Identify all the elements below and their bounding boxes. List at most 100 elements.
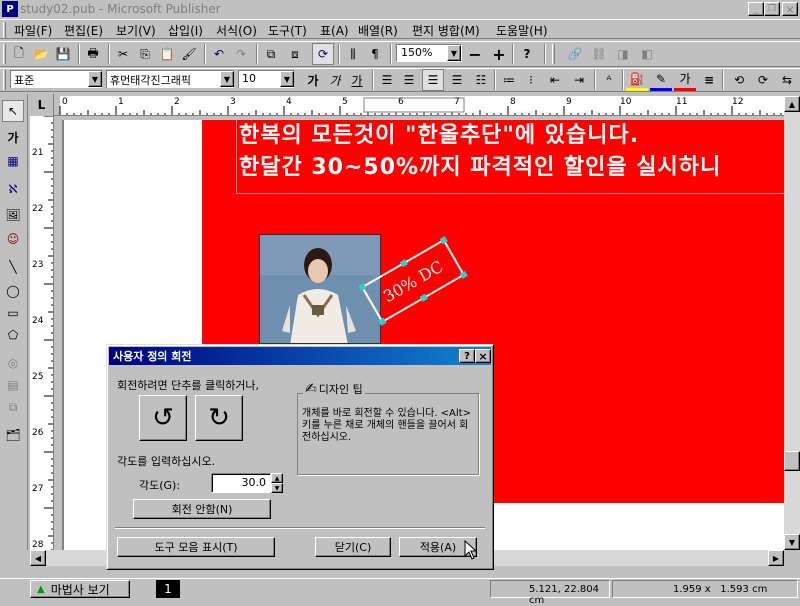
wizard-button[interactable]: ▲ 마법사 보기 xyxy=(30,580,130,598)
design-gallery-tool-icon[interactable]: 🗂 xyxy=(2,424,24,446)
increase-indent-icon[interactable]: ⇥ xyxy=(568,69,590,91)
size-select[interactable]: 10 ▼ xyxy=(238,70,294,88)
save-icon[interactable]: 💾 xyxy=(52,43,74,65)
vertical-ruler[interactable]: 21 22 23 24 25 26 27 28 xyxy=(30,116,54,560)
italic-button[interactable]: 가 xyxy=(324,69,346,91)
line-tool-icon[interactable]: ╲ xyxy=(2,256,24,278)
bold-button[interactable]: 가 xyxy=(302,69,324,91)
line-color-icon[interactable]: ✎ xyxy=(650,69,672,91)
bullets-icon[interactable]: ⁝ xyxy=(520,69,542,91)
font-color-icon[interactable]: 가 xyxy=(674,69,696,91)
undo-icon[interactable]: ↶ xyxy=(208,43,230,65)
align-center-icon[interactable]: ☰ xyxy=(398,69,420,91)
font-select[interactable]: 휴먼태각진그래픽 ▼ xyxy=(106,70,234,88)
new-icon[interactable]: 🗋 xyxy=(8,43,30,65)
restore-button[interactable]: ❐ xyxy=(764,2,780,16)
form-control-tool-icon[interactable]: ▤ xyxy=(2,374,24,396)
size-dropdown-arrow[interactable]: ▼ xyxy=(280,71,294,87)
ruler-corner[interactable]: L xyxy=(30,94,54,116)
pilcrow-icon[interactable]: ¶ xyxy=(364,43,386,65)
paste-icon[interactable]: 📋 xyxy=(156,43,178,65)
scroll-thumb[interactable] xyxy=(784,451,800,471)
send-back-icon[interactable]: ⧈ xyxy=(284,43,306,65)
underline-button[interactable]: 가 xyxy=(346,69,368,91)
oval-tool-icon[interactable]: ◯ xyxy=(2,280,24,302)
zoom-in-icon[interactable]: + xyxy=(488,43,510,65)
scroll-up-button[interactable]: ▲ xyxy=(784,96,800,112)
unlink-icon[interactable]: ⛓ xyxy=(588,43,610,65)
scroll-right-button[interactable]: ▶ xyxy=(768,550,784,566)
close-window-button[interactable]: × xyxy=(782,2,798,16)
menu-format[interactable]: 서식(O) xyxy=(216,22,257,39)
distribute-icon[interactable]: ☷ xyxy=(470,69,492,91)
rotate-right-icon[interactable]: ⟳ xyxy=(752,69,774,91)
menu-table[interactable]: 표(A) xyxy=(320,22,349,39)
scroll-down-button[interactable]: ▼ xyxy=(784,534,800,550)
menu-file[interactable]: 파일(F) xyxy=(14,22,52,39)
selection-handle[interactable] xyxy=(399,259,408,268)
rotate-left-icon[interactable]: ⟲ xyxy=(728,69,750,91)
rotate-left-button[interactable]: ↺ xyxy=(139,395,187,441)
html-fragment-tool-icon[interactable]: ⧉ xyxy=(2,396,24,418)
dialog-close-button[interactable]: × xyxy=(475,349,491,363)
table-frame-tool-icon[interactable]: ▦ xyxy=(2,150,24,172)
menu-help[interactable]: 도움말(H) xyxy=(496,22,548,39)
selection-handle[interactable] xyxy=(419,293,428,302)
text-frame-tool-icon[interactable]: 가 xyxy=(2,126,24,148)
menu-edit[interactable]: 편집(E) xyxy=(64,22,103,39)
help-icon[interactable]: ? xyxy=(516,43,538,65)
vertical-scrollbar[interactable]: ▲ ▼ xyxy=(784,96,800,550)
copy-icon[interactable]: ⎘ xyxy=(134,43,156,65)
menu-tools[interactable]: 도구(T) xyxy=(268,22,307,39)
picture-frame-tool-icon[interactable]: 🖼 xyxy=(2,204,24,226)
angle-input[interactable]: 30.0 xyxy=(211,473,271,493)
scroll-left-button[interactable]: ◀ xyxy=(30,550,46,566)
fill-color-icon[interactable]: ⛽ xyxy=(626,69,648,91)
format-painter-icon[interactable]: 🖌 xyxy=(178,43,200,65)
menu-arrange[interactable]: 배열(R) xyxy=(358,22,398,39)
bring-front-icon[interactable]: ⧉ xyxy=(260,43,282,65)
zoom-out-icon[interactable]: − xyxy=(464,43,486,65)
open-icon[interactable]: 📂 xyxy=(30,43,52,65)
style-select[interactable]: 표준 ▼ xyxy=(10,70,102,88)
cut-icon[interactable]: ✂ xyxy=(112,43,134,65)
angle-spin-down[interactable]: ▼ xyxy=(271,483,283,493)
redo-icon[interactable]: ↷ xyxy=(230,43,252,65)
custom-rotate-icon[interactable]: ⟳ xyxy=(312,43,334,65)
minimize-button[interactable]: _ xyxy=(748,2,764,16)
menu-insert[interactable]: 삽입(I) xyxy=(168,22,203,39)
font-dropdown-arrow[interactable]: ▼ xyxy=(220,71,234,87)
rotate-right-button[interactable]: ↻ xyxy=(195,395,243,441)
flip-icon[interactable]: ⇆ xyxy=(776,69,798,91)
zoom-select[interactable]: 150% ▼ xyxy=(396,44,462,62)
align-left-icon[interactable]: ☰ xyxy=(376,69,398,91)
selection-handle[interactable] xyxy=(459,270,468,279)
decrease-indent-icon[interactable]: ⇤ xyxy=(544,69,566,91)
print-icon[interactable]: 🖶 xyxy=(82,43,104,65)
zoom-dropdown-arrow[interactable]: ▼ xyxy=(447,45,461,61)
show-toolbar-button[interactable]: 도구 모음 표시(T) xyxy=(117,537,275,557)
box-tool-icon[interactable]: ▭ xyxy=(2,302,24,324)
clipart-tool-icon[interactable]: ☺ xyxy=(2,228,24,250)
dialog-help-button[interactable]: ? xyxy=(459,349,475,363)
app-icon[interactable]: P xyxy=(2,1,18,17)
numbering-icon[interactable]: ≔ xyxy=(498,69,520,91)
align-justify-icon[interactable]: ☰ xyxy=(422,69,444,91)
font-grow-icon[interactable]: ᴬ xyxy=(598,69,620,91)
link-icon[interactable]: 🔗 xyxy=(564,43,586,65)
wordart-tool-icon[interactable]: ℵ xyxy=(2,178,24,200)
no-rotate-button[interactable]: 회전 안함(N) xyxy=(133,499,271,519)
style-dropdown-arrow[interactable]: ▼ xyxy=(88,71,102,87)
pointer-tool-icon[interactable]: ↖ xyxy=(2,100,24,122)
close-button[interactable]: 닫기(C) xyxy=(315,537,391,557)
angle-spin-up[interactable]: ▲ xyxy=(271,473,283,483)
columns-icon[interactable]: ⫼ xyxy=(342,43,364,65)
horizontal-ruler[interactable]: 0 1 2 3 4 5 6 7 8 9 10 11 12 xyxy=(54,96,784,116)
prev-frame-icon[interactable]: ◨ xyxy=(612,43,634,65)
text-frame[interactable]: 한복의 모든것이 "한올추단"에 있습니다. 한달간 30~50%까지 파격적인… xyxy=(236,120,784,194)
align-right-icon[interactable]: ☰ xyxy=(446,69,468,91)
custom-shapes-tool-icon[interactable]: ⬠ xyxy=(2,324,24,346)
next-frame-icon[interactable]: ◧ xyxy=(636,43,658,65)
hotspot-tool-icon[interactable]: ◎ xyxy=(2,352,24,374)
menu-view[interactable]: 보기(V) xyxy=(116,22,156,39)
